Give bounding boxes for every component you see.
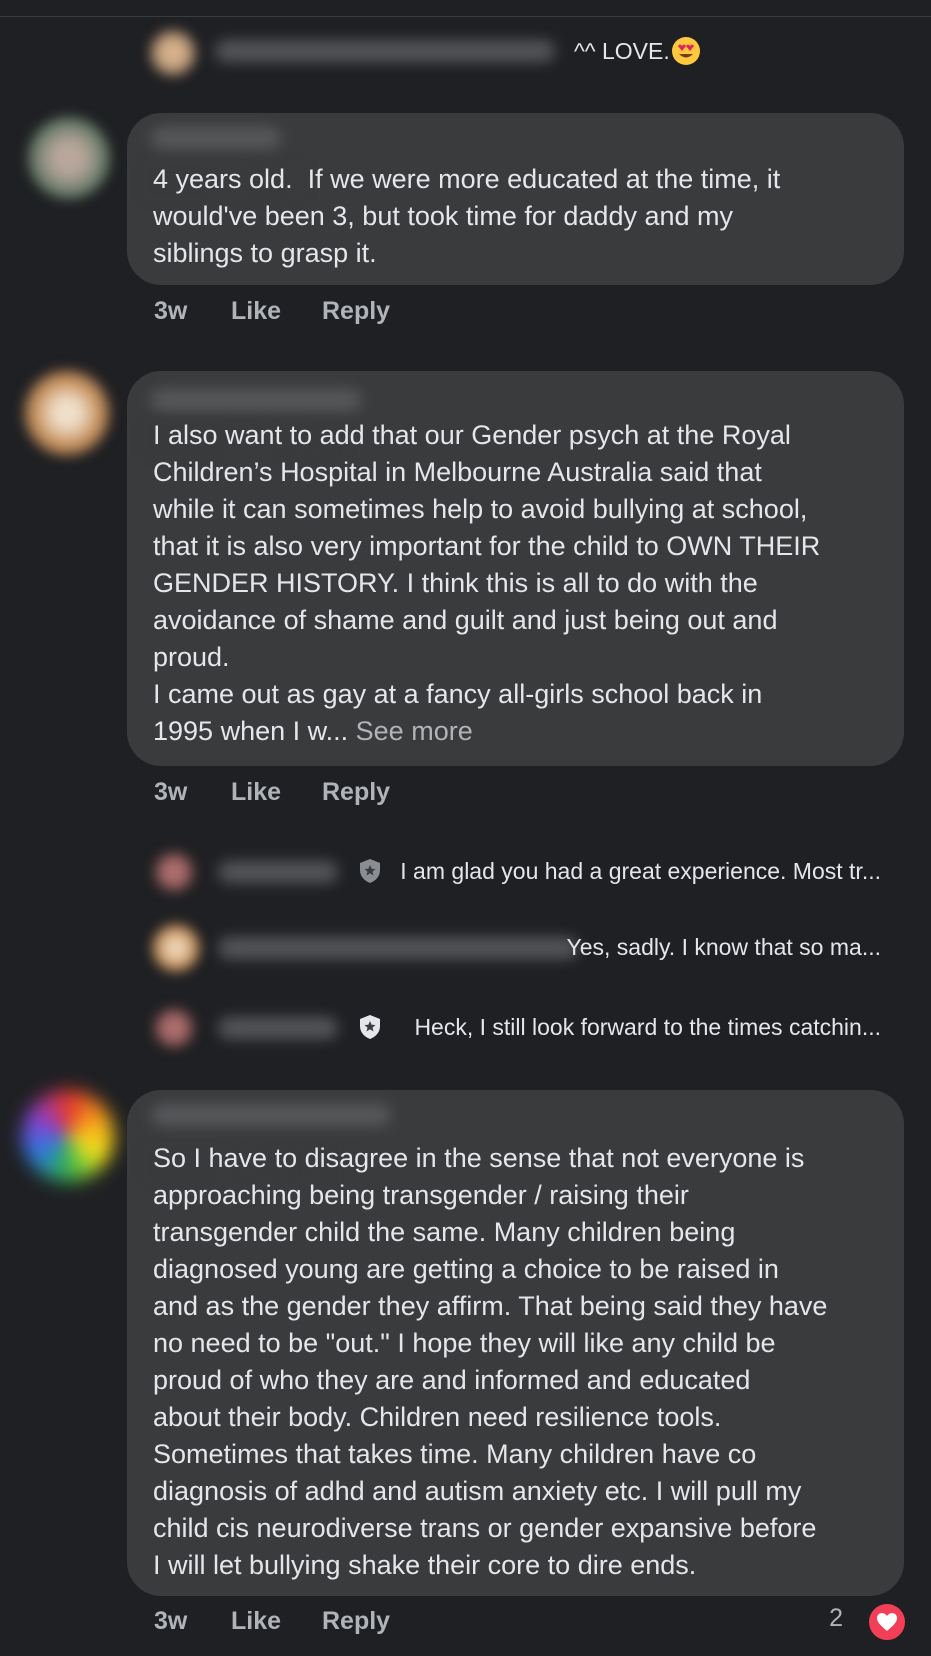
avatar[interactable] xyxy=(152,924,200,972)
shield-icon xyxy=(360,859,380,883)
avatar[interactable] xyxy=(24,370,110,456)
reply-button[interactable]: Reply xyxy=(322,1607,390,1636)
comment-text-content: I also want to add that our Gender psych… xyxy=(153,420,821,746)
commenter-name-blurred[interactable] xyxy=(215,40,555,62)
reply-text: ^^ LOVE. xyxy=(574,38,670,64)
comment-bubble: So I have to disagree in the sense that … xyxy=(127,1090,904,1596)
avatar[interactable] xyxy=(154,852,194,892)
heart-eyes-emoji-icon xyxy=(672,37,700,65)
like-button[interactable]: Like xyxy=(231,297,322,326)
commenter-name-blurred[interactable] xyxy=(218,1017,338,1039)
comment-text: So I have to disagree in the sense that … xyxy=(153,1143,828,1580)
shield-icon xyxy=(360,1015,380,1039)
heart-icon[interactable] xyxy=(867,1602,907,1642)
comment-actions: 3w Like Reply xyxy=(154,778,390,807)
reply-text: Yes, sadly. I know that so ma... xyxy=(566,934,882,960)
comment-bubble: I also want to add that our Gender psych… xyxy=(127,371,904,766)
comment-bubble: 4 years old. If we were more educated at… xyxy=(127,113,904,285)
avatar[interactable] xyxy=(150,30,196,76)
comment-text: I also want to add that our Gender psych… xyxy=(153,417,886,750)
reply-text: I am glad you had a great experience. Mo… xyxy=(400,858,881,884)
reaction-count[interactable]: 2 xyxy=(829,1604,843,1633)
commenter-name-blurred[interactable] xyxy=(218,937,578,959)
avatar[interactable] xyxy=(28,117,110,199)
reply-button[interactable]: Reply xyxy=(322,778,390,807)
like-button[interactable]: Like xyxy=(231,778,322,807)
like-button[interactable]: Like xyxy=(231,1607,322,1636)
comment-time: 3w xyxy=(154,778,188,806)
avatar[interactable] xyxy=(22,1090,114,1182)
comment-time: 3w xyxy=(154,297,188,325)
see-more-link[interactable]: See more xyxy=(356,716,473,746)
avatar[interactable] xyxy=(154,1008,194,1048)
top-divider xyxy=(0,16,931,17)
reply-preview[interactable]: I am glad you had a great experience. Mo… xyxy=(150,852,911,892)
commenter-name-blurred[interactable] xyxy=(151,389,361,411)
reply-button[interactable]: Reply xyxy=(322,297,390,326)
comment-text: 4 years old. If we were more educated at… xyxy=(153,164,781,268)
commenter-name-blurred[interactable] xyxy=(218,861,338,883)
reply-text: Heck, I still look forward to the times … xyxy=(414,1014,881,1040)
comment-time: 3w xyxy=(154,1607,188,1635)
reply-preview[interactable]: Yes, sadly. I know that so ma... xyxy=(150,924,911,972)
commenter-name-blurred[interactable] xyxy=(151,1104,391,1126)
comment-actions: 3w Like Reply xyxy=(154,297,390,326)
comment-actions: 3w Like Reply xyxy=(154,1607,390,1636)
commenter-name-blurred[interactable] xyxy=(151,127,281,149)
reply-preview[interactable]: Heck, I still look forward to the times … xyxy=(150,1008,911,1048)
